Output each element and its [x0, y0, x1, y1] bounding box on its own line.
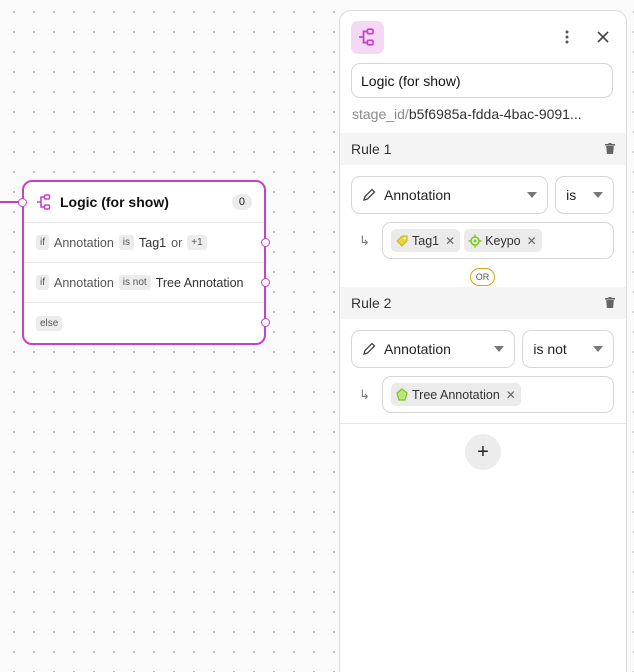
operator-select[interactable]: is not: [522, 330, 614, 368]
tag-label: Keypo: [485, 233, 521, 248]
operator-select-value: is not: [533, 341, 567, 357]
operator-chip: is not: [118, 275, 151, 290]
operator-select-value: is: [566, 187, 577, 203]
value-tags-input[interactable]: Tree Annotation ✕: [382, 376, 614, 413]
node-header: Logic (for show) 0: [18, 182, 264, 223]
tag-icon: [394, 233, 410, 249]
logic-icon: [36, 193, 54, 211]
node-title: Logic (for show): [60, 194, 169, 210]
keypoint-icon: [467, 233, 483, 249]
pencil-icon: [362, 188, 376, 202]
chevron-down-icon: [593, 192, 603, 198]
logic-node[interactable]: Logic (for show) 0 if Annotation is Tag1…: [18, 180, 270, 345]
divider: [340, 423, 626, 424]
field-text: Annotation: [54, 275, 114, 290]
tag-label: Tree Annotation: [412, 387, 500, 402]
add-rule-button[interactable]: +: [465, 434, 501, 470]
if-chip: if: [36, 275, 49, 290]
field-select-value: Annotation: [384, 341, 451, 357]
remove-tag-icon[interactable]: ✕: [527, 234, 537, 248]
delete-rule-icon[interactable]: [605, 295, 615, 311]
node-else-row[interactable]: else: [24, 303, 270, 343]
value-tags-input[interactable]: Tag1 ✕ Keypo ✕: [382, 222, 614, 259]
output-port[interactable]: [261, 238, 270, 247]
operator-chip: is: [118, 235, 135, 250]
or-text: or: [171, 235, 183, 250]
tag-label: Tag1: [412, 233, 440, 248]
output-port[interactable]: [261, 278, 270, 287]
value-tag[interactable]: Tag1 ✕: [391, 229, 461, 252]
more-chip: +1: [187, 235, 207, 250]
field-select[interactable]: Annotation: [351, 330, 516, 368]
remove-tag-icon[interactable]: ✕: [506, 388, 516, 402]
close-icon[interactable]: [591, 25, 615, 49]
logic-settings-panel: Logic (for show) stage_id/b5f6985a-fdda-…: [339, 10, 627, 672]
operator-select[interactable]: is: [555, 176, 614, 214]
logic-icon: [351, 20, 384, 54]
input-port[interactable]: [18, 198, 27, 207]
polygon-icon: [394, 387, 410, 403]
pencil-icon: [362, 342, 376, 356]
panel-header: [340, 11, 626, 63]
count-badge: 0: [231, 194, 252, 210]
value-text: Tree Annotation: [155, 275, 244, 290]
field-text: Annotation: [54, 235, 114, 250]
if-chip: if: [36, 235, 49, 250]
sub-arrow-icon: ↳: [359, 232, 370, 248]
rule-header: Rule 2: [340, 287, 626, 319]
more-options-icon[interactable]: [555, 25, 579, 49]
delete-rule-icon[interactable]: [605, 141, 615, 157]
value-text: Tag1: [139, 235, 167, 250]
remove-tag-icon[interactable]: ✕: [445, 234, 455, 248]
incoming-edge: [0, 201, 20, 203]
rule-section: Rule 1 Annotation is ↳ Tag1 ✕ Keypo ✕ OR: [340, 133, 626, 286]
rule-section: Rule 2 Annotation is not ↳ Tree Annotati…: [340, 287, 626, 424]
sub-arrow-icon: ↳: [359, 386, 370, 402]
else-chip: else: [36, 315, 63, 331]
stage-title-input[interactable]: Logic (for show): [351, 63, 613, 98]
stage-id-value[interactable]: b5f6985a-fdda-4bac-9091...: [409, 106, 582, 122]
stage-id-line: stage_id/b5f6985a-fdda-4bac-9091...: [352, 106, 614, 122]
chevron-down-icon: [527, 192, 538, 198]
chevron-down-icon: [593, 346, 603, 352]
stage-id-prefix: stage_id/: [352, 106, 409, 122]
node-rule-row[interactable]: if Annotation is not Tree Annotation: [24, 263, 270, 303]
field-select[interactable]: Annotation: [351, 176, 549, 214]
chevron-down-icon: [494, 346, 505, 352]
value-tag[interactable]: Tree Annotation ✕: [391, 383, 521, 406]
value-tag[interactable]: Keypo ✕: [464, 229, 542, 252]
rule-label: Rule 1: [351, 141, 392, 157]
rule-label: Rule 2: [351, 295, 392, 311]
or-badge: OR: [469, 268, 496, 286]
field-select-value: Annotation: [384, 187, 451, 203]
output-port[interactable]: [261, 318, 270, 327]
node-rule-row[interactable]: if Annotation is Tag1 or +1: [24, 223, 270, 263]
rule-header: Rule 1: [340, 133, 626, 165]
